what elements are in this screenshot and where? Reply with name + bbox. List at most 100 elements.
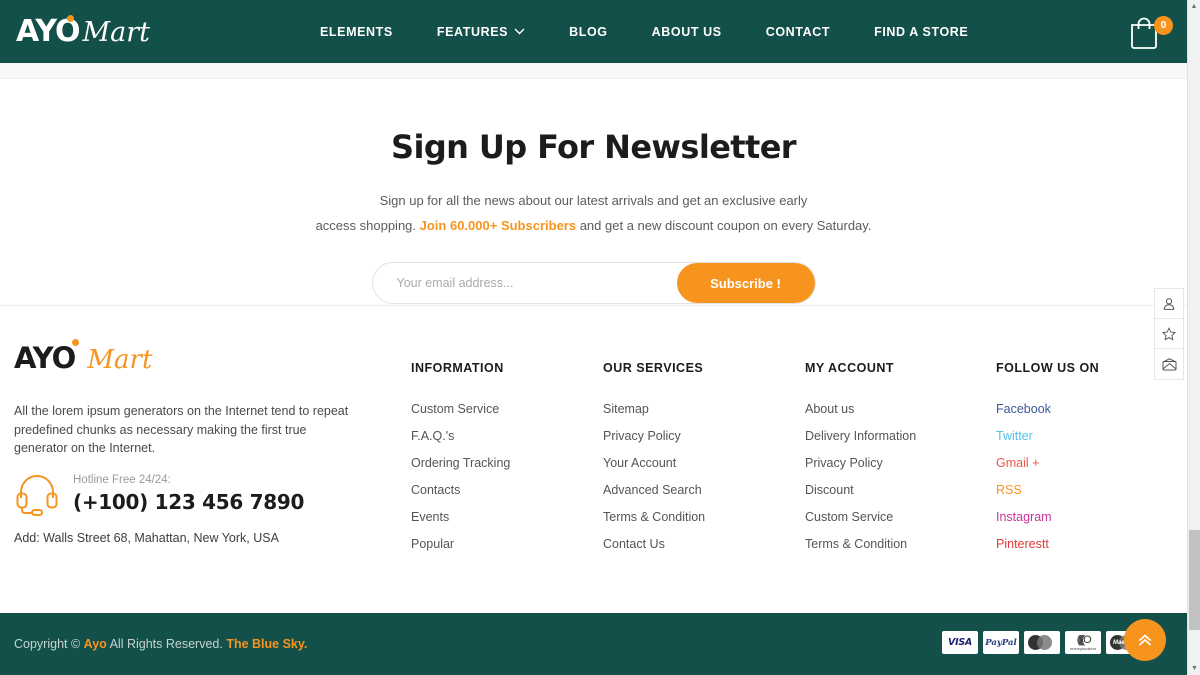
nav-item-find-a-store[interactable]: FIND A STORE — [852, 17, 990, 47]
payment-paypal-icon: PayPal — [983, 631, 1019, 654]
subscribe-form: Subscribe ! — [371, 262, 816, 304]
site-header: AYO Mart ELEMENTS FEATURES BLOG ABOUT US — [0, 0, 1187, 63]
nav-item-about-us[interactable]: ABOUT US — [630, 17, 744, 47]
footer-link[interactable]: Privacy Policy — [603, 429, 705, 443]
logo-dot-icon — [66, 14, 74, 22]
chevron-down-icon — [514, 28, 525, 35]
footer-link[interactable]: Delivery Information — [805, 429, 916, 443]
social-link-facebook[interactable]: Facebook — [996, 402, 1099, 416]
footer-logo-ayo-text: AYO — [14, 341, 76, 375]
cart-count-badge: 0 — [1154, 16, 1173, 35]
subscribe-button[interactable]: Subscribe ! — [676, 263, 815, 303]
footer-logo-dot-icon — [72, 339, 80, 346]
footer-main: AYO Mart All the lorem ipsum generators … — [0, 306, 1187, 613]
side-tool-messages[interactable] — [1155, 349, 1183, 379]
nav-item-features[interactable]: FEATURES — [415, 17, 547, 47]
newsletter-section: Sign Up For Newsletter Sign up for all t… — [0, 79, 1187, 306]
hotline-text: Hotline Free 24/24: (+100) 123 456 7890 — [73, 474, 304, 513]
footer-address: Add: Walls Street 68, Mahattan, New York… — [14, 531, 279, 545]
nav-item-elements[interactable]: ELEMENTS — [298, 17, 415, 47]
footer-link[interactable]: Contact Us — [603, 537, 705, 551]
header-under-band — [0, 63, 1187, 79]
email-input[interactable] — [372, 263, 677, 303]
nav-label: FEATURES — [436, 24, 509, 39]
moneybookers-mark: ((((( O moneybookers — [1069, 633, 1097, 651]
footer-logo-main: AYO — [14, 339, 84, 375]
newsletter-desc-line2: access shopping. Join 60.000+ Subscriber… — [0, 213, 1187, 238]
footer-link[interactable]: Custom Service — [805, 510, 916, 524]
social-link-gmail[interactable]: Gmail + — [996, 456, 1099, 470]
newsletter-desc-line1: Sign up for all the news about our lates… — [379, 193, 808, 208]
main-navigation: ELEMENTS FEATURES BLOG ABOUT US CONTACT … — [298, 17, 990, 47]
social-link-instagram[interactable]: Instagram — [996, 510, 1099, 524]
social-link-rss[interactable]: RSS — [996, 483, 1099, 497]
footer-logo[interactable]: AYO Mart — [14, 339, 152, 375]
nav-item-blog[interactable]: BLOG — [547, 17, 630, 47]
newsletter-title: Sign Up For Newsletter — [391, 128, 797, 166]
footer-link[interactable]: Events — [411, 510, 510, 524]
newsletter-description: Sign up for all the news about our lates… — [0, 188, 1187, 238]
scroll-to-top-button[interactable] — [1124, 619, 1166, 661]
payment-visa-icon: VISA — [942, 631, 978, 654]
desc-text-before: access shopping. — [315, 218, 420, 233]
footer-link[interactable]: F.A.Q.'s — [411, 429, 510, 443]
copyright-author-link[interactable]: The Blue Sky. — [226, 637, 307, 651]
scrollbar-arrow-down[interactable]: ▼ — [1188, 662, 1200, 675]
footer-link[interactable]: Contacts — [411, 483, 510, 497]
envelope-icon — [1162, 357, 1176, 370]
browser-scrollbar[interactable]: ▲ ▼ — [1187, 0, 1200, 675]
footer-link[interactable]: Your Account — [603, 456, 705, 470]
footer-link[interactable]: Popular — [411, 537, 510, 551]
column-title: OUR SERVICES — [603, 361, 704, 375]
column-title: FOLLOW US ON — [996, 361, 1100, 375]
nav-item-contact[interactable]: CONTACT — [744, 17, 852, 47]
page-root: AYO Mart ELEMENTS FEATURES BLOG ABOUT US — [0, 0, 1200, 675]
logo-text-main: AYO — [16, 14, 81, 47]
headset-icon — [16, 475, 58, 516]
copyright-prefix: Copyright © — [14, 637, 84, 651]
footer-link[interactable]: Advanced Search — [603, 483, 705, 497]
user-icon — [1163, 297, 1175, 310]
social-link-pinterest[interactable]: Pinterestt — [996, 537, 1099, 551]
footer-column-follow-us: FOLLOW US ON Facebook Twitter Gmail + RS… — [996, 361, 1099, 551]
footer-link[interactable]: Ordering Tracking — [411, 456, 510, 470]
side-tool-account[interactable] — [1155, 289, 1183, 319]
footer-link[interactable]: Custom Service — [411, 402, 510, 416]
desc-text-after: and get a new discount coupon on every S… — [576, 218, 872, 233]
star-icon — [1162, 327, 1176, 340]
visa-label: VISA — [948, 637, 972, 648]
scrollbar-arrow-up[interactable]: ▲ — [1188, 0, 1200, 13]
hotline-number[interactable]: (+100) 123 456 7890 — [73, 491, 304, 513]
logo-mart-text: Mart — [82, 16, 151, 48]
social-link-twitter[interactable]: Twitter — [996, 429, 1099, 443]
nav-label: ABOUT US — [651, 24, 722, 39]
column-title: MY ACCOUNT — [805, 361, 895, 375]
chevron-double-up-icon — [1139, 634, 1151, 646]
footer-link[interactable]: Sitemap — [603, 402, 705, 416]
mb-word: moneybookers — [1069, 645, 1097, 651]
footer-bottom-bar: Copyright © Ayo All Rights Reserved. The… — [0, 613, 1187, 675]
footer-link[interactable]: About us — [805, 402, 916, 416]
footer-link[interactable]: Terms & Condition — [603, 510, 705, 524]
footer-link[interactable]: Terms & Condition — [805, 537, 916, 551]
column-title: INFORMATION — [411, 361, 504, 375]
footer-column-information: INFORMATION Custom Service F.A.Q.'s Orde… — [411, 361, 510, 551]
side-toolbar — [1154, 288, 1184, 380]
payment-mastercard-icon — [1024, 631, 1060, 654]
copyright-brand[interactable]: Ayo — [84, 637, 107, 651]
payment-methods: VISA PayPal ((((( O moneybookers — [942, 631, 1142, 654]
scrollbar-thumb[interactable] — [1189, 530, 1200, 630]
footer-link[interactable]: Discount — [805, 483, 916, 497]
copyright-text: Copyright © Ayo All Rights Reserved. The… — [14, 637, 307, 651]
side-tool-wishlist[interactable] — [1155, 319, 1183, 349]
nav-label: FIND A STORE — [874, 24, 969, 39]
header-logo[interactable]: AYO Mart — [16, 14, 266, 48]
footer-column-my-account: MY ACCOUNT About us Delivery Information… — [805, 361, 916, 551]
mb-glyph: ((((( O — [1076, 633, 1092, 646]
subscribers-highlight[interactable]: Join 60.000+ Subscribers — [420, 218, 576, 233]
footer-link[interactable]: Privacy Policy — [805, 456, 916, 470]
payment-moneybookers-icon: ((((( O moneybookers — [1065, 631, 1101, 654]
nav-label: ELEMENTS — [320, 24, 393, 39]
footer-column-our-services: OUR SERVICES Sitemap Privacy Policy Your… — [603, 361, 705, 551]
cart-button[interactable]: 0 — [1127, 12, 1173, 52]
